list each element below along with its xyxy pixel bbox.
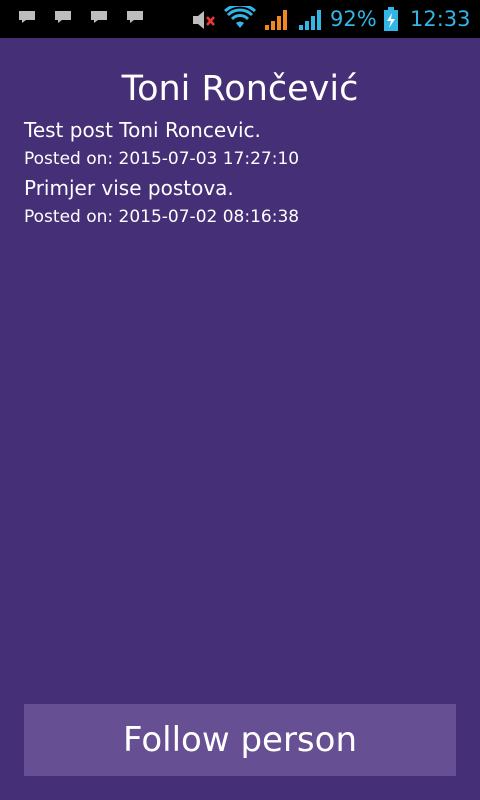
post-list: Test post Toni Roncevic. Posted on: 2015… [24,116,456,232]
chat-bubble-icon [91,11,107,23]
cellular-signal-icon [299,10,321,30]
status-clock: 12:33 [410,7,471,31]
post-date: Posted on: 2015-07-03 17:27:10 [24,149,300,169]
chat-bubble-icon [127,11,143,23]
chat-bubble-icon [55,11,71,23]
status-bar: 92% 12:33 [0,0,480,38]
post-item: Primjer vise postova. Posted on: 2015-07… [24,174,456,232]
post-text: Test post Toni Roncevic. [24,118,261,142]
speaker-muted-icon [193,11,215,29]
post-item: Test post Toni Roncevic. Posted on: 2015… [24,116,456,174]
post-date: Posted on: 2015-07-02 08:16:38 [24,207,300,227]
wifi-icon [224,6,256,28]
chat-bubble-icon [19,11,35,23]
cellular-signal-icon [265,10,287,30]
person-name: Toni Rončević [121,69,359,109]
post-text: Primjer vise postova. [24,176,234,200]
battery-charging-icon [384,7,398,31]
battery-percentage: 92% [330,7,377,31]
follow-person-button[interactable]: Follow person [24,704,456,776]
